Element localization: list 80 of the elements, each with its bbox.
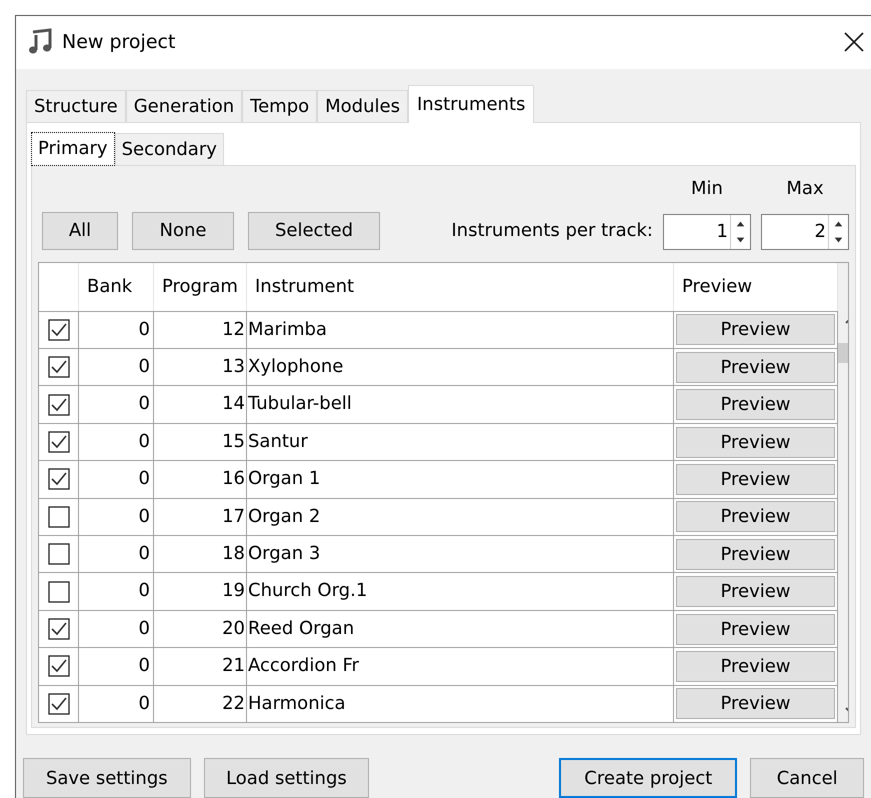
table-cell: 16: [154, 461, 247, 498]
table-cell: 0: [79, 648, 154, 685]
table-cell: Organ 1: [247, 461, 674, 498]
preview-button[interactable]: Preview: [676, 352, 835, 383]
dialog-button[interactable]: Save settings: [23, 758, 191, 798]
window-title: New project: [62, 30, 176, 56]
preview-button[interactable]: Preview: [676, 314, 835, 346]
max-label: Max: [786, 176, 824, 201]
tab[interactable]: Modules: [317, 90, 408, 122]
table-cell: 13: [154, 349, 247, 386]
table-cell: 19: [154, 573, 247, 610]
table-cell: Organ 3: [247, 536, 674, 572]
table-cell: 0: [79, 461, 154, 498]
column-header[interactable]: Program: [154, 262, 247, 311]
checkbox[interactable]: [48, 543, 70, 566]
preview-button[interactable]: Preview: [676, 464, 835, 495]
table-cell: 0: [79, 312, 154, 348]
preview-button[interactable]: Preview: [676, 614, 835, 645]
table-cell: 0: [79, 536, 154, 572]
table-cell: 15: [154, 424, 247, 460]
column-header[interactable]: Bank: [79, 262, 154, 311]
checkbox[interactable]: [48, 580, 70, 603]
checkbox[interactable]: [48, 468, 70, 490]
tab[interactable]: Structure: [26, 90, 126, 122]
tab[interactable]: Generation: [126, 90, 242, 122]
preview-button[interactable]: Preview: [676, 501, 835, 532]
instruments-per-track-label: Instruments per track:: [451, 218, 653, 243]
preview-button[interactable]: Preview: [676, 389, 835, 420]
table-cell: 18: [154, 536, 247, 572]
checkbox[interactable]: [48, 506, 70, 528]
dialog-button[interactable]: Cancel: [750, 758, 864, 798]
checkbox[interactable]: [48, 655, 70, 678]
preview-button[interactable]: Preview: [676, 576, 835, 608]
table-cell: 0: [79, 498, 154, 536]
table-cell: Organ 2: [247, 498, 674, 536]
table-cell: 0: [79, 610, 154, 648]
checkbox[interactable]: [48, 618, 70, 640]
number-spinner[interactable]: 1: [663, 214, 751, 250]
preview-button[interactable]: Preview: [676, 426, 835, 458]
selection-button[interactable]: Selected: [248, 212, 380, 250]
table-cell: 22: [154, 686, 247, 722]
tab[interactable]: Instruments: [408, 84, 534, 123]
table-cell: 14: [154, 386, 247, 423]
checkbox[interactable]: [48, 394, 70, 416]
table-cell: Tubular-bell: [247, 386, 674, 423]
subtab[interactable]: Secondary: [114, 132, 224, 165]
subtab[interactable]: Primary: [31, 132, 115, 166]
dialog-button[interactable]: Load settings: [204, 758, 370, 798]
table-cell: Church Org.1: [247, 573, 674, 610]
checkbox[interactable]: [48, 431, 70, 454]
checkbox[interactable]: [48, 356, 70, 378]
tab[interactable]: Tempo: [242, 90, 318, 122]
table-cell: Xylophone: [247, 349, 674, 386]
table-cell: Reed Organ: [247, 610, 674, 648]
table-cell: 0: [79, 573, 154, 610]
table-cell: 0: [79, 386, 154, 423]
selection-button[interactable]: All: [42, 212, 118, 250]
preview-button[interactable]: Preview: [676, 650, 835, 682]
column-header[interactable]: Instrument: [247, 262, 674, 311]
checkbox[interactable]: [48, 318, 70, 341]
table-cell: Harmonica: [247, 686, 674, 722]
table-cell: 0: [79, 424, 154, 460]
table-cell: 21: [154, 648, 247, 685]
table-cell: Marimba: [247, 312, 674, 348]
preview-button[interactable]: Preview: [676, 688, 835, 720]
table-cell: 12: [154, 312, 247, 348]
table-cell: 17: [154, 498, 247, 536]
close-icon[interactable]: [843, 31, 865, 54]
number-spinner[interactable]: 2: [761, 214, 849, 250]
checkbox[interactable]: [48, 692, 70, 715]
table-cell: 20: [154, 610, 247, 648]
preview-button[interactable]: Preview: [676, 538, 835, 570]
table-cell: 0: [79, 349, 154, 386]
dialog-button[interactable]: Create project: [559, 758, 738, 798]
table-cell: 0: [79, 686, 154, 722]
selection-button[interactable]: None: [132, 212, 234, 250]
table-cell: Santur: [247, 424, 674, 460]
table-cell: Accordion Fr: [247, 648, 674, 685]
min-label: Min: [691, 176, 723, 201]
music-note-icon: [26, 28, 54, 56]
